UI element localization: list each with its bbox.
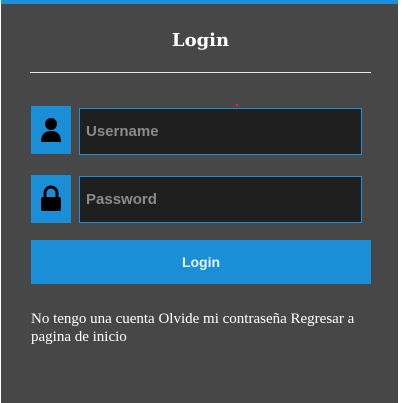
forgot-password-link[interactable]: Olvide mi contraseña: [158, 311, 286, 327]
username-icon-box: [31, 106, 71, 154]
password-input[interactable]: [79, 176, 362, 223]
password-icon-box: [31, 175, 71, 223]
user-icon: [41, 118, 61, 142]
lock-icon: [41, 185, 61, 211]
page-title: Login: [171, 30, 230, 51]
divider: [30, 72, 371, 73]
footer-links: No tengo una cuenta Olvide mi contraseña…: [31, 310, 376, 346]
decorative-dot: [236, 104, 238, 106]
no-account-link[interactable]: No tengo una cuenta: [31, 311, 155, 327]
username-input[interactable]: [79, 108, 362, 155]
login-button[interactable]: Login: [31, 240, 371, 284]
